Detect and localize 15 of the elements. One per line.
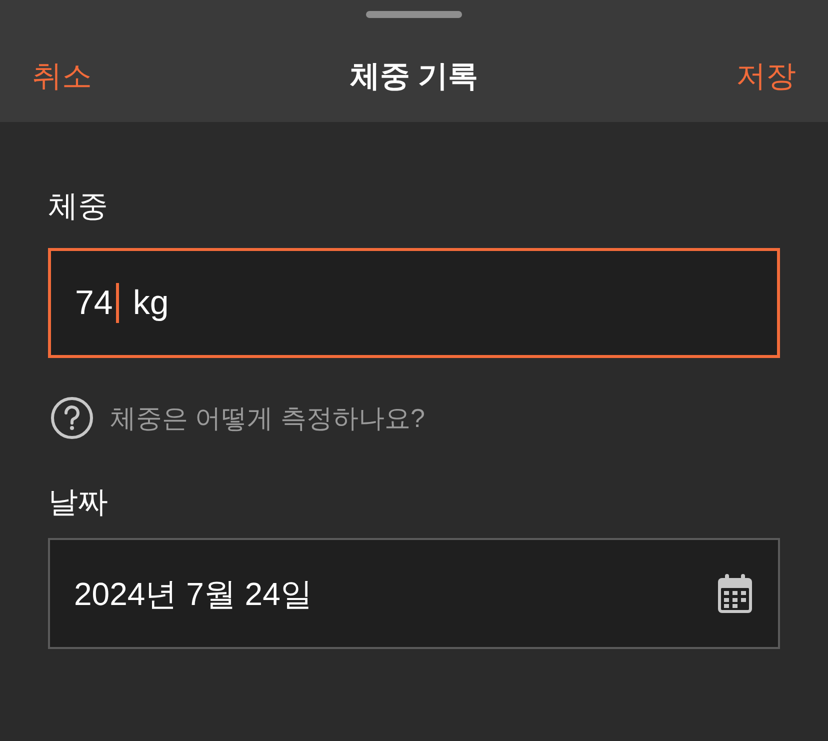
save-button[interactable]: 저장 (736, 54, 796, 98)
calendar-icon[interactable] (716, 572, 754, 614)
help-icon[interactable] (50, 396, 94, 440)
weight-input-field[interactable]: 74 kg (48, 248, 780, 358)
help-link[interactable]: 체중은 어떻게 측정하나요? (110, 398, 425, 438)
field-label: 날짜 (48, 488, 109, 518)
cancel-button[interactable]: 취소 (32, 54, 92, 98)
text-cursor (116, 283, 119, 323)
field-label: 체중 (48, 192, 109, 222)
weight-value: 74 (75, 282, 113, 324)
grabber-handle[interactable] (366, 11, 462, 18)
date-input-field[interactable]: 2024년 7월 24일 (48, 538, 780, 649)
sheet-title: 체중 기록 (350, 58, 478, 94)
date-value: 2024년 7월 24일 (74, 574, 312, 614)
unit-label: kg (132, 282, 169, 324)
